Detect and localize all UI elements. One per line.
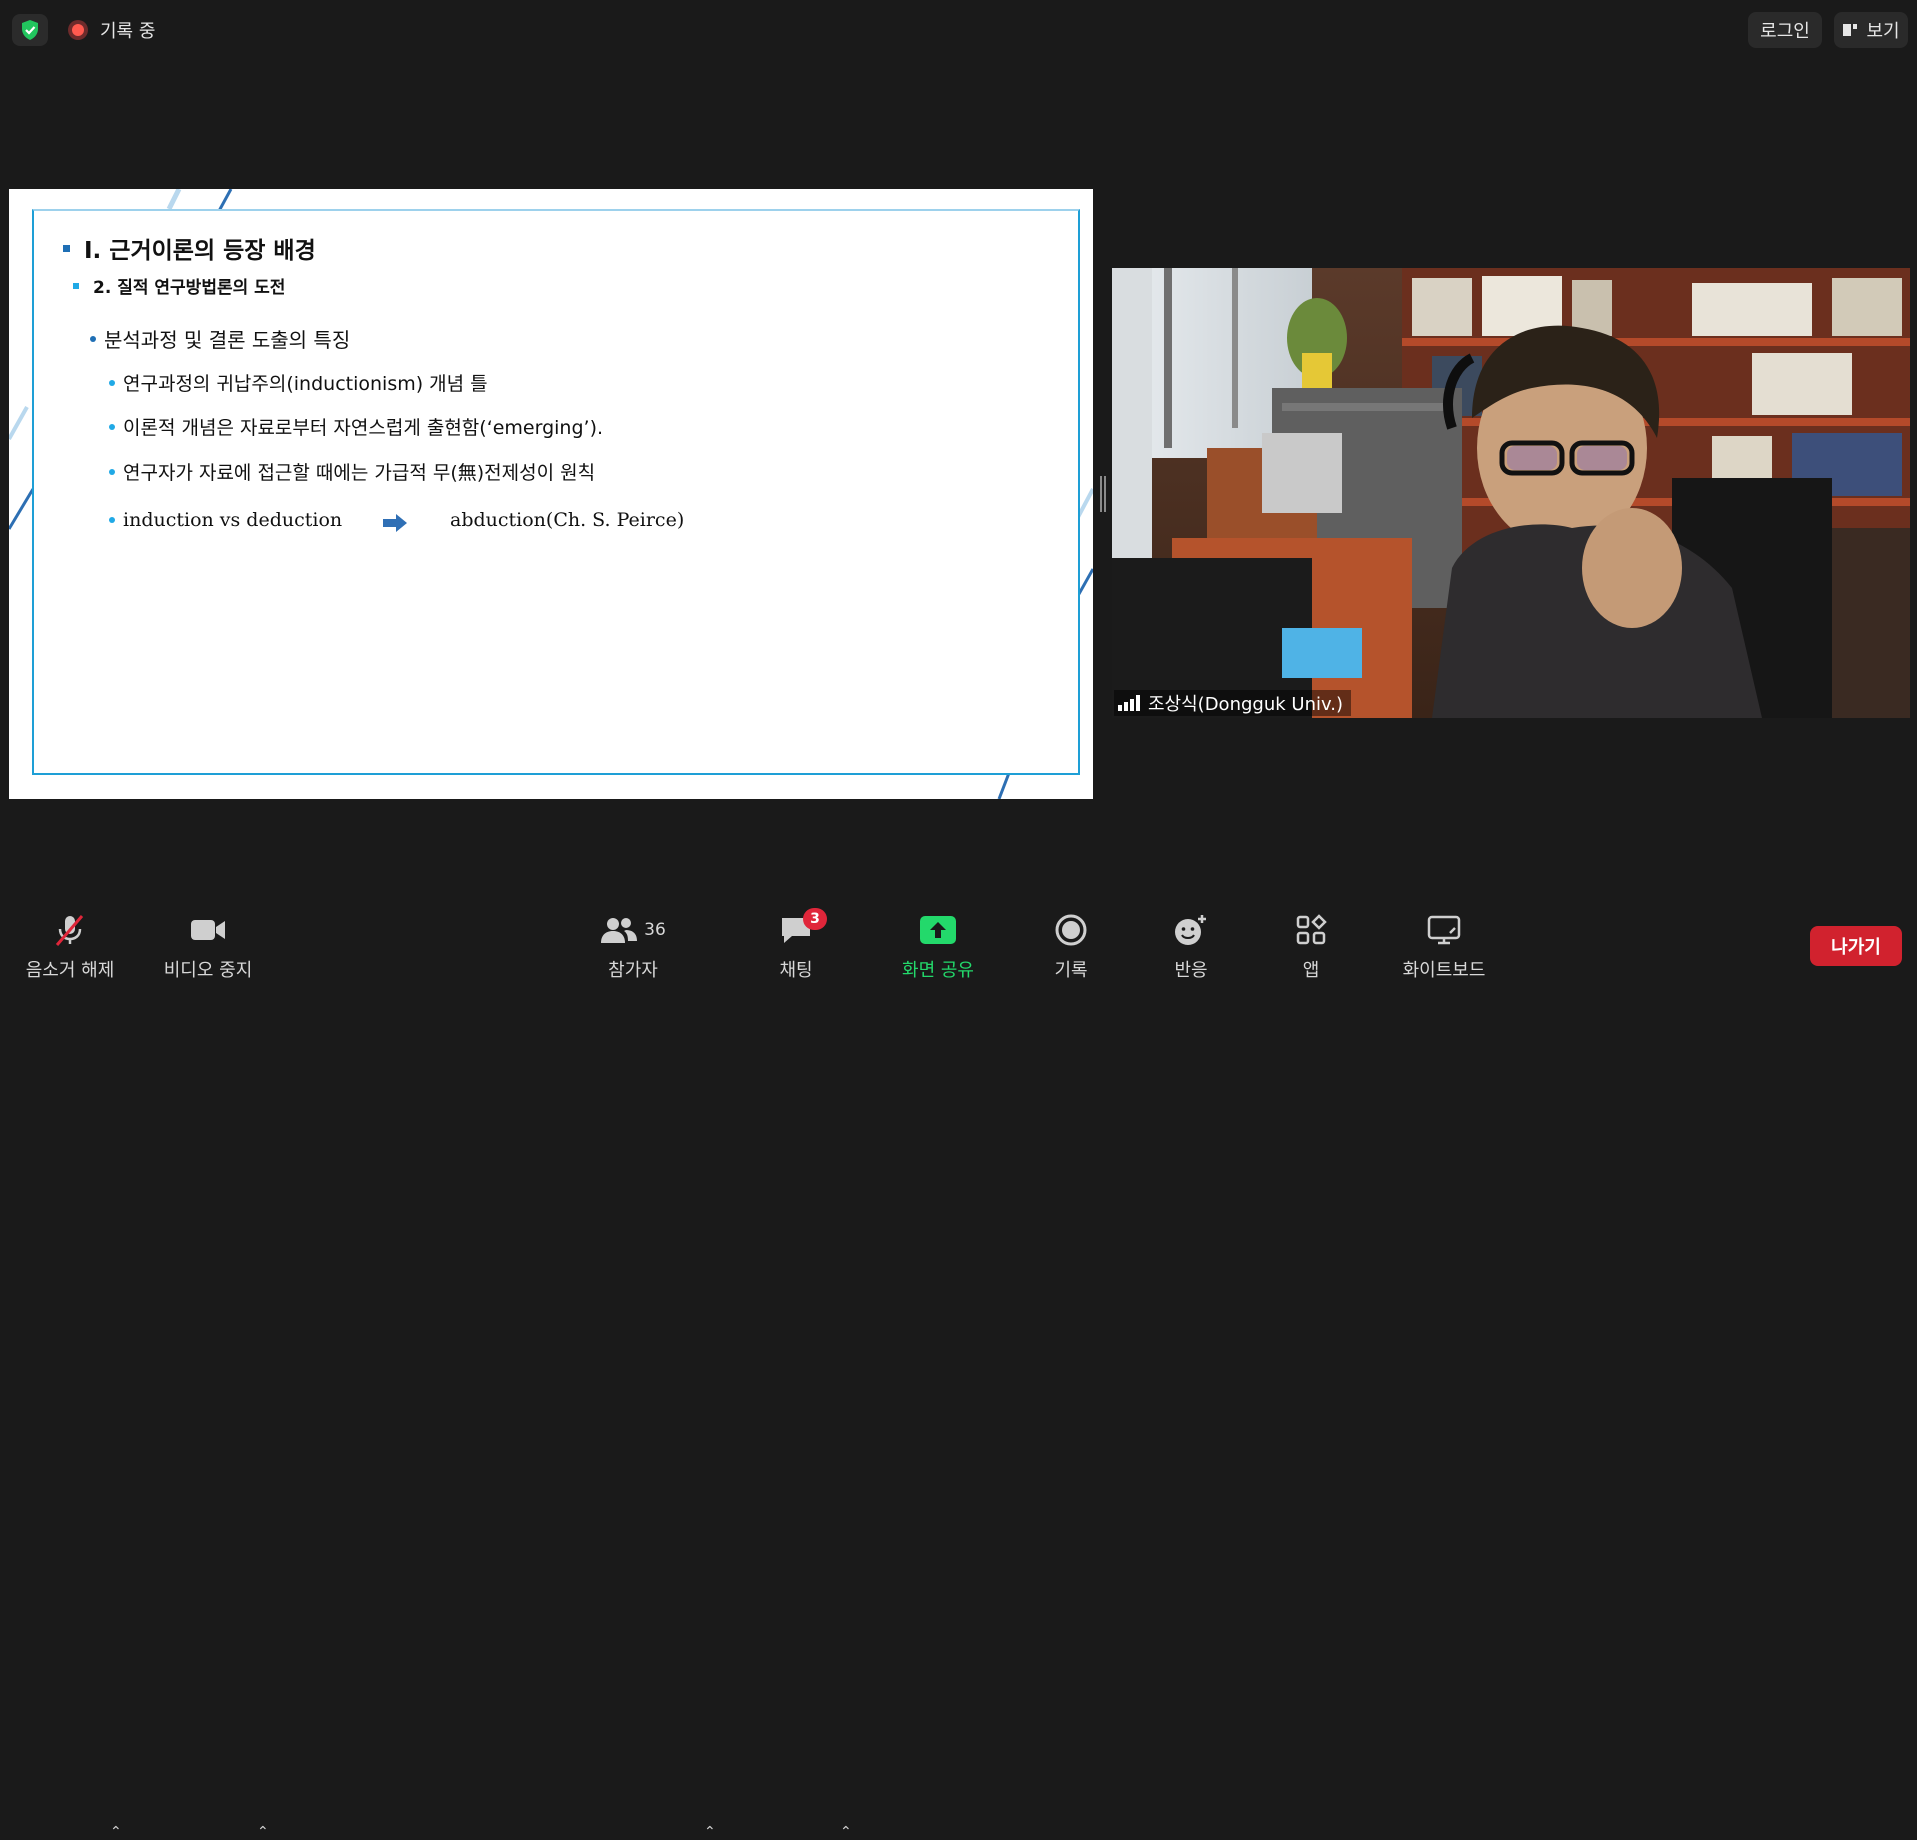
- slide-level1-item: 분석과정 및 결론 도출의 특징: [90, 324, 350, 353]
- slide-bullet-text: 연구과정의 귀납주의(inductionism) 개념 틀: [123, 373, 488, 395]
- meeting-toolbar: 음소거 해제 ⌃ 비디오 중지 ⌃ 36 참가자 ⌃ 3 채팅 ⌃ 화면 공유 …: [0, 902, 1917, 1840]
- record-label: 기록: [1054, 960, 1088, 981]
- recording-indicator[interactable]: 기록 중: [58, 12, 169, 48]
- square-bullet-icon: [73, 282, 79, 289]
- signal-strength-icon: [1118, 695, 1140, 711]
- reactions-label: 반응: [1174, 960, 1208, 981]
- right-arrow-icon: [383, 514, 407, 532]
- participants-options-chevron-icon[interactable]: ⌃: [704, 1824, 716, 1840]
- view-layout-icon: [1843, 24, 1858, 36]
- whiteboard-icon: [1427, 915, 1461, 945]
- slide-bullet: induction vs deduction: [109, 509, 342, 531]
- record-icon: [1055, 914, 1087, 946]
- stop-video-button[interactable]: 비디오 중지: [160, 902, 256, 987]
- round-bullet-icon: [109, 379, 115, 386]
- security-shield-icon[interactable]: [12, 14, 48, 46]
- slide-level1-text: 분석과정 및 결론 도출의 특징: [104, 328, 351, 352]
- square-bullet-icon: [63, 244, 70, 252]
- apps-button[interactable]: 앱: [1286, 902, 1336, 987]
- unmute-button[interactable]: 음소거 해제: [22, 902, 118, 987]
- top-bar: 기록 중 로그인 보기: [0, 0, 1917, 60]
- round-bullet-icon: [109, 468, 115, 475]
- record-button[interactable]: 기록: [1040, 902, 1102, 987]
- muted-microphone-icon: [55, 915, 84, 946]
- slide-bullet: 이론적 개념은 자료로부터 자연스럽게 출현함(‘emerging’).: [109, 413, 603, 440]
- slide-bullet: 연구자가 자료에 접근할 때에는 가급적 무(無)전제성이 원칙: [109, 458, 595, 485]
- chat-unread-badge: 3: [803, 908, 827, 930]
- chat-button[interactable]: 3 채팅: [766, 902, 827, 987]
- participants-icon: [601, 918, 638, 943]
- chat-label: 채팅: [779, 960, 813, 981]
- leave-meeting-button[interactable]: 나가기: [1810, 926, 1902, 966]
- video-options-chevron-icon[interactable]: ⌃: [257, 1824, 269, 1840]
- panel-splitter[interactable]: [1100, 476, 1106, 512]
- slide-title: I. 근거이론의 등장 배경: [63, 231, 316, 265]
- participants-label: 참가자: [608, 960, 658, 981]
- share-screen-button[interactable]: 화면 공유: [890, 902, 986, 987]
- slide-subtitle: 2. 질적 연구방법론의 도전: [73, 273, 285, 298]
- slide-bullet-text: 연구자가 자료에 접근할 때에는 가급적 무(無)전제성이 원칙: [123, 462, 596, 484]
- apps-icon: [1296, 914, 1327, 945]
- view-label: 보기: [1866, 21, 1900, 42]
- video-camera-icon: [191, 920, 225, 940]
- video-label: 비디오 중지: [163, 960, 253, 981]
- recording-dot-icon: [68, 20, 88, 40]
- whiteboard-button[interactable]: 화이트보드: [1396, 902, 1492, 987]
- unmute-label: 음소거 해제: [25, 960, 115, 981]
- whiteboard-label: 화이트보드: [1402, 960, 1486, 981]
- apps-label: 앱: [1302, 960, 1320, 981]
- participants-button[interactable]: 36 참가자: [600, 902, 666, 987]
- participant-name: 조상식(Dongguk Univ.): [1148, 694, 1343, 715]
- slide-bullet: 연구과정의 귀납주의(inductionism) 개념 틀: [109, 369, 488, 396]
- audio-options-chevron-icon[interactable]: ⌃: [110, 1824, 122, 1840]
- chat-options-chevron-icon[interactable]: ⌃: [840, 1824, 852, 1840]
- participant-video[interactable]: [1112, 268, 1910, 718]
- leave-label: 나가기: [1831, 937, 1881, 958]
- reactions-button[interactable]: 반응: [1160, 902, 1222, 987]
- view-button[interactable]: 보기: [1834, 12, 1908, 48]
- slide-bullet-text: 이론적 개념은 자료로부터 자연스럽게 출현함(‘emerging’).: [123, 417, 604, 439]
- video-frame-image: [1112, 268, 1910, 718]
- slide-bullet-text: induction vs deduction: [123, 509, 343, 531]
- shared-slide: I. 근거이론의 등장 배경 2. 질적 연구방법론의 도전 분석과정 및 결론…: [9, 189, 1093, 799]
- login-button[interactable]: 로그인: [1748, 12, 1822, 48]
- slide-abduction-text: abduction(Ch. S. Peirce): [450, 509, 685, 531]
- login-label: 로그인: [1760, 21, 1810, 42]
- slide-title-text: I. 근거이론의 등장 배경: [84, 238, 316, 264]
- share-screen-icon: [920, 916, 956, 944]
- round-bullet-icon: [109, 517, 115, 523]
- participant-name-tag: 조상식(Dongguk Univ.): [1114, 690, 1351, 716]
- round-bullet-icon: [90, 335, 96, 342]
- slide-subtitle-text: 2. 질적 연구방법론의 도전: [93, 278, 286, 298]
- recording-label: 기록 중: [100, 21, 156, 42]
- smiley-reaction-icon: [1175, 915, 1206, 945]
- share-label: 화면 공유: [902, 960, 974, 981]
- round-bullet-icon: [109, 423, 115, 430]
- participants-count: 36: [644, 920, 666, 940]
